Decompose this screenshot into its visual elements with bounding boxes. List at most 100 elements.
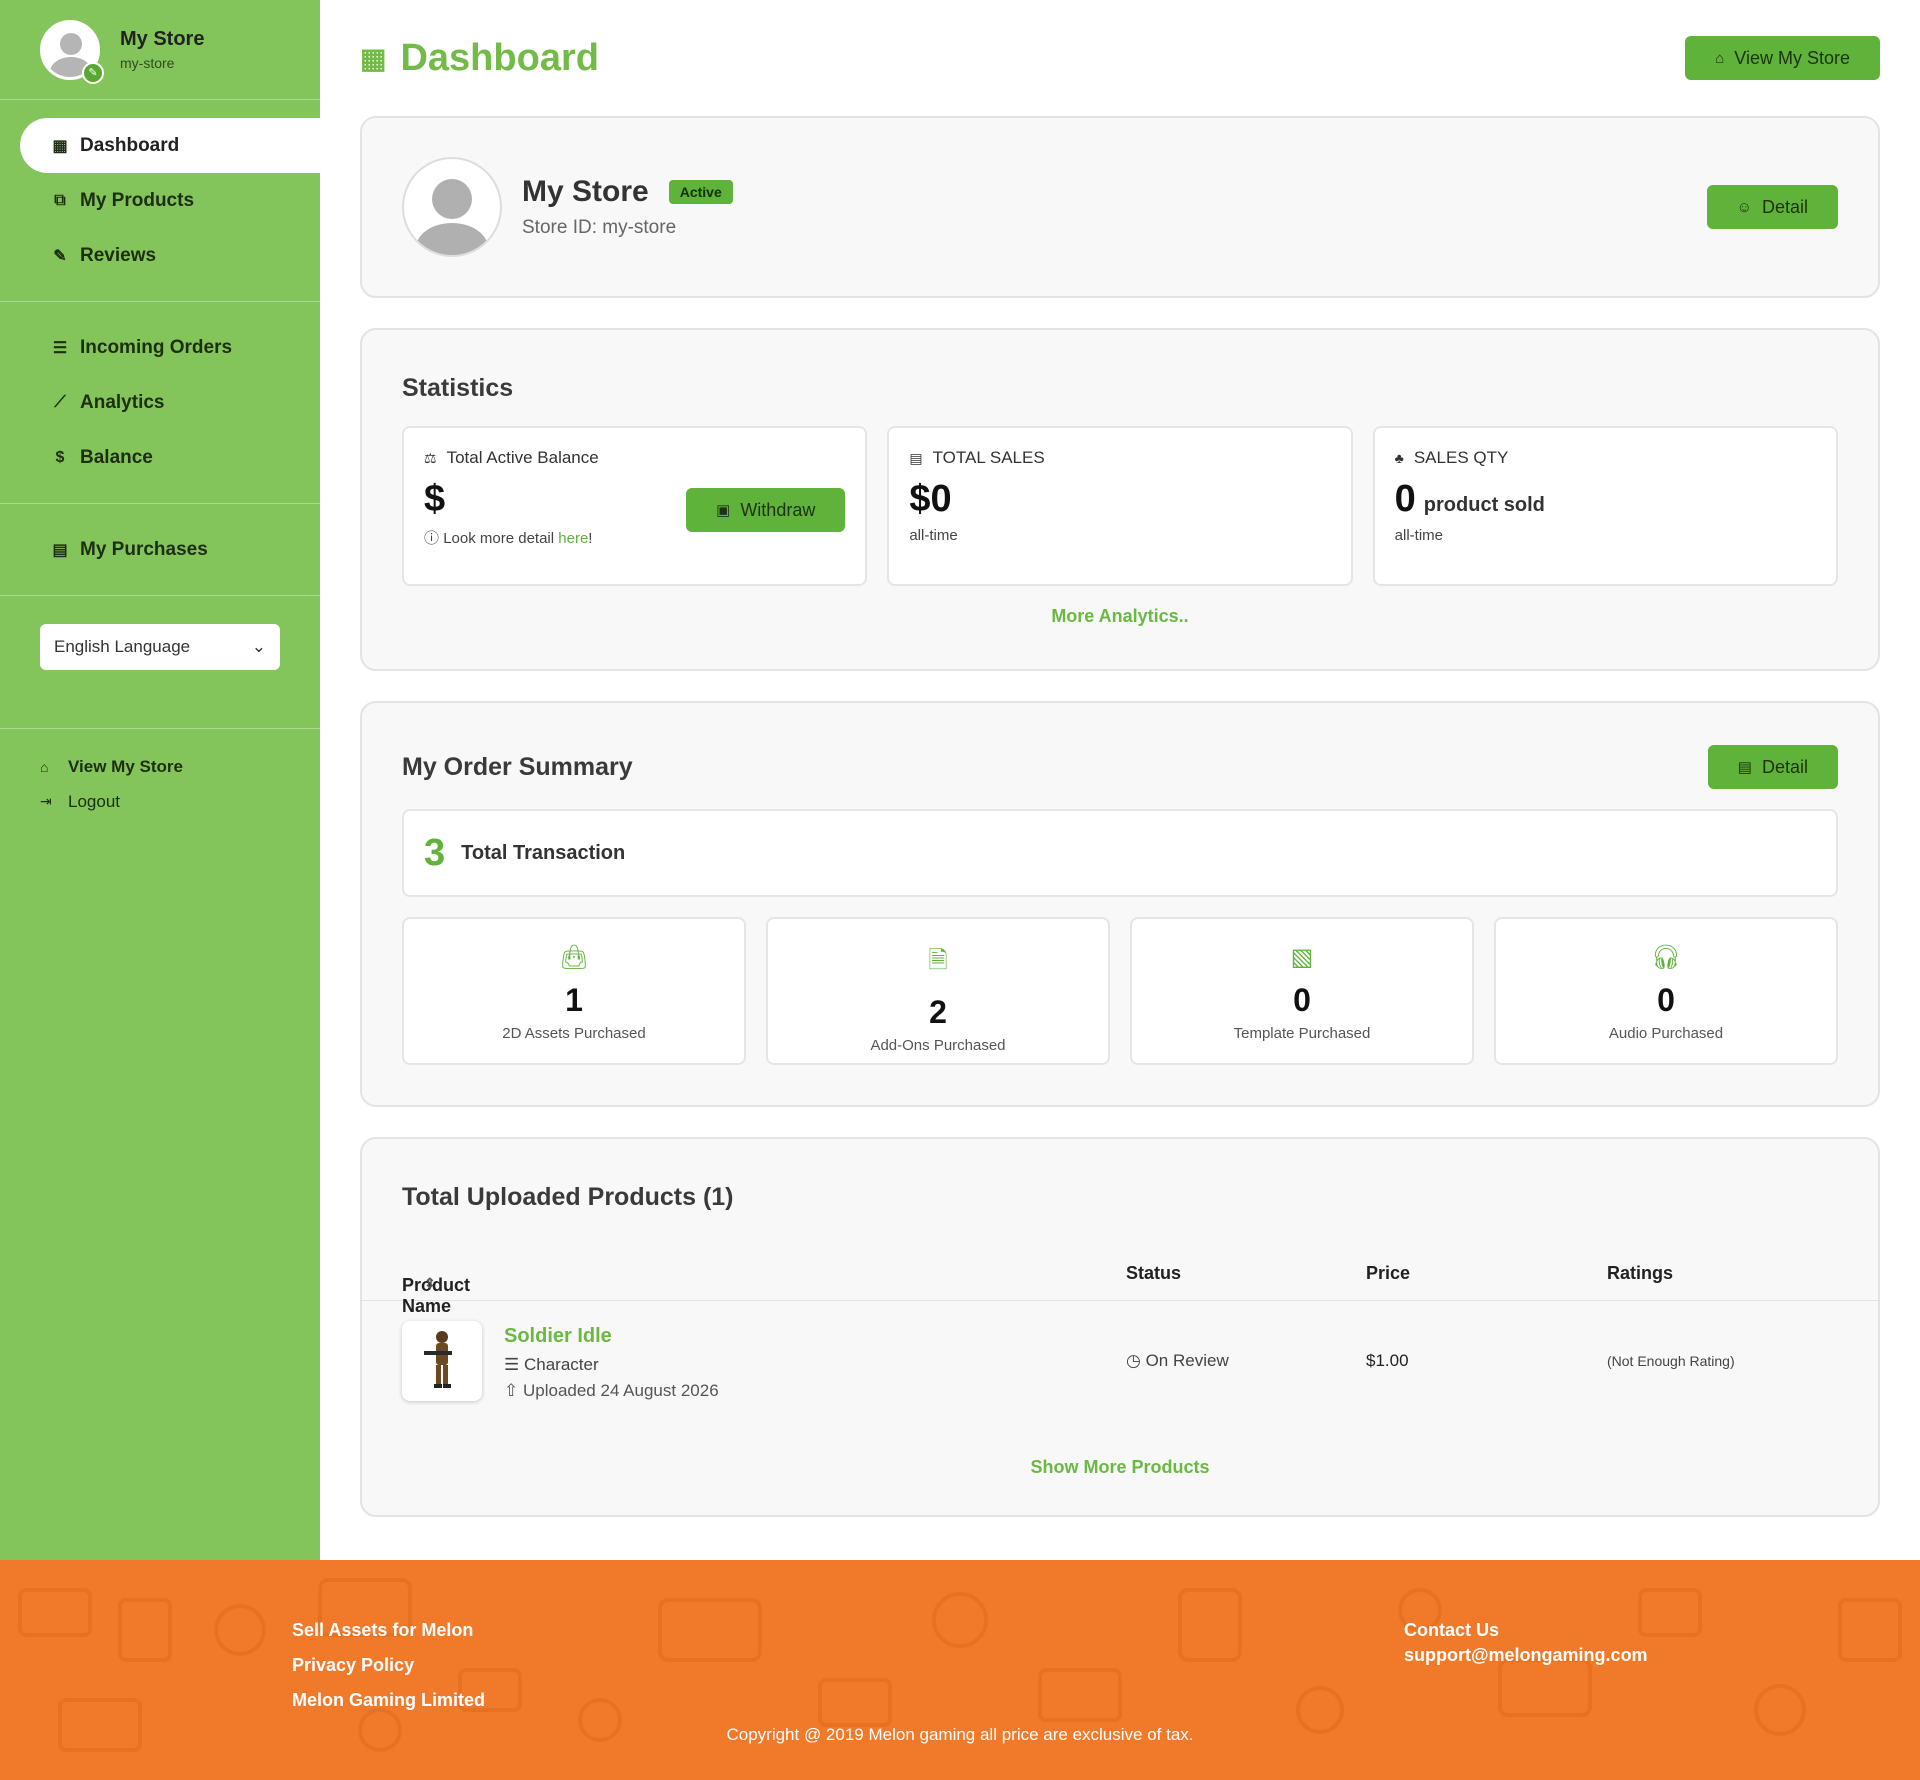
sidebar-item-my-products[interactable]: ⧉ My Products [0,173,320,228]
sort-icon[interactable]: ⇕ [424,1275,436,1292]
footer-link-privacy[interactable]: Privacy Policy [292,1655,485,1690]
wallet-icon: ▣ [716,502,731,519]
qty-unit: product sold [1423,494,1545,516]
sales-sub: all-time [909,527,958,544]
dashboard-icon: ▦ [360,42,387,74]
clock-icon: ◷ [1126,1351,1141,1370]
order-summary-card: My Order Summary ▤ Detail 3 Total Transa… [360,701,1880,1107]
sidebar-link-label: Logout [68,791,120,811]
sidebar-item-my-purchases[interactable]: ▤ My Purchases [0,522,320,577]
category-2d-assets: 👜︎ 1 2D Assets Purchased [402,917,746,1065]
category-count: 2 [929,994,947,1030]
products-title: Total Uploaded Products (1) [402,1183,734,1211]
sidebar-item-label: My Products [80,189,195,211]
sidebar-store-slug: my-store [120,55,175,71]
user-icon: ☺ [1736,198,1752,216]
category-audio: 🎧︎ 0 Audio Purchased [1494,917,1838,1065]
contact-title: Contact Us [1404,1620,1500,1640]
show-more-products-link[interactable]: Show More Products [362,1457,1878,1478]
info-icon: ⓘ [424,530,440,547]
category-label: Audio Purchased [1608,1025,1724,1042]
upload-date-text: Uploaded 24 August 2026 [522,1381,719,1400]
product-name-link[interactable]: Soldier Idle [504,1325,612,1348]
order-detail-button[interactable]: ▤ Detail [1707,745,1838,789]
footer-link-company[interactable]: Melon Gaming Limited [292,1690,485,1725]
sidebar-item-label: Analytics [80,391,165,413]
scale-icon: ⚖ [424,449,437,466]
store-card: My Store Active Store ID: my-store ☺ Det… [360,116,1880,298]
headphones-icon: 🎧︎ [1650,944,1682,971]
store-avatar [402,157,502,257]
balance-detail-link[interactable]: here [558,530,588,547]
more-analytics-link[interactable]: More Analytics.. [362,606,1878,627]
button-label: Withdraw [740,499,816,520]
pencil-icon: ✎ [53,247,67,265]
sidebar-item-label: Dashboard [80,134,180,156]
category-label: Add-Ons Purchased [870,1037,1006,1054]
sidebar-profile: ✎ My Store my-store [0,0,320,100]
product-thumbnail[interactable] [402,1321,482,1401]
store-detail-button[interactable]: ☺ Detail [1706,185,1838,229]
sidebar-link-label: View My Store [68,756,183,776]
statistics-card: Statistics ⚖ Total Active Balance $ ⓘ Lo… [360,328,1880,671]
category-count: 1 [565,982,583,1018]
page-title: ▦ Dashboard [360,37,599,80]
shopping-bag-icon: 👜︎ [558,944,590,971]
receipt-icon: ▤ [909,449,923,466]
soldier-image [424,1331,452,1388]
sidebar: ✎ My Store my-store ▦ Dashboard ⧉ My Pro… [0,0,320,1560]
list-icon: ☰ [52,339,68,357]
table-row: Soldier Idle ☰ Character ⇧ Uploaded 24 A… [362,1301,1878,1429]
button-label: Detail [1761,756,1808,777]
stat-label: TOTAL SALES [932,448,1045,467]
column-ratings: Ratings [1607,1263,1674,1283]
category-count: 0 [1657,982,1675,1018]
sidebar-view-store-link[interactable]: ⌂ View My Store [0,749,320,784]
chart-icon: ⟋ [54,393,66,411]
qty-sub: all-time [1394,527,1443,544]
uploaded-products-card: Total Uploaded Products (1) Product Name… [360,1137,1880,1517]
sidebar-store-name: My Store [120,28,205,50]
language-section: English Language ⌄ [0,624,320,729]
store-name: My Store [522,175,649,208]
sidebar-item-balance[interactable]: $ Balance [0,430,320,485]
sidebar-item-incoming-orders[interactable]: ☰ Incoming Orders [0,320,320,375]
main-content: ▦ Dashboard ⌂ View My Store My Store Act… [360,0,1880,1517]
footer-link-sell-assets[interactable]: Sell Assets for Melon [292,1620,485,1655]
avatar[interactable]: ✎ [40,19,104,84]
clipboard-icon: ▤ [1737,759,1752,776]
edit-avatar-icon[interactable]: ✎ [82,61,104,84]
status-text: On Review [1145,1351,1229,1370]
sidebar-item-label: My Purchases [80,538,208,560]
button-label: Detail [1761,196,1808,217]
withdraw-button[interactable]: ▣ Withdraw [686,488,846,532]
category-text: Character [523,1355,599,1374]
sidebar-item-label: Balance [80,446,153,468]
language-value: English Language [54,637,191,656]
contact-email-link[interactable]: support@melongaming.com [1404,1645,1648,1670]
product-price: $1.00 [1366,1351,1409,1370]
sidebar-item-analytics[interactable]: ⟋ Analytics [0,375,320,430]
copyright: Copyright @ 2019 Melon gaming all price … [726,1725,1194,1744]
sidebar-item-dashboard[interactable]: ▦ Dashboard [20,118,320,173]
language-select[interactable]: English Language ⌄ [40,624,280,670]
sidebar-logout-link[interactable]: ⇥ Logout [0,784,320,819]
product-category: ☰ Character [504,1355,599,1375]
clipboard-icon: ▤ [52,541,68,559]
images-icon: ▧ [1290,944,1314,971]
total-sales-stat: ▤ TOTAL SALES $0 all-time [887,426,1353,586]
sales-qty-stat: ♣ SALES QTY 0 product sold all-time [1372,426,1838,586]
nav-group-purchases: ▤ My Purchases [0,504,320,596]
product-status: ◷ On Review [1126,1351,1229,1371]
sidebar-item-label: Incoming Orders [80,336,233,358]
note-suffix: ! [588,530,593,547]
sales-value: $0 [909,478,952,520]
category-template: ▧ 0 Template Purchased [1130,917,1474,1065]
sidebar-item-label: Reviews [80,244,157,266]
button-label: View My Store [1734,47,1850,68]
view-my-store-button[interactable]: ⌂ View My Store [1685,36,1880,80]
sitemap-icon: ♣ [1394,450,1404,466]
stat-label: SALES QTY [1413,448,1509,467]
sidebar-item-reviews[interactable]: ✎ Reviews [0,228,320,283]
order-summary-title: My Order Summary [402,753,633,781]
